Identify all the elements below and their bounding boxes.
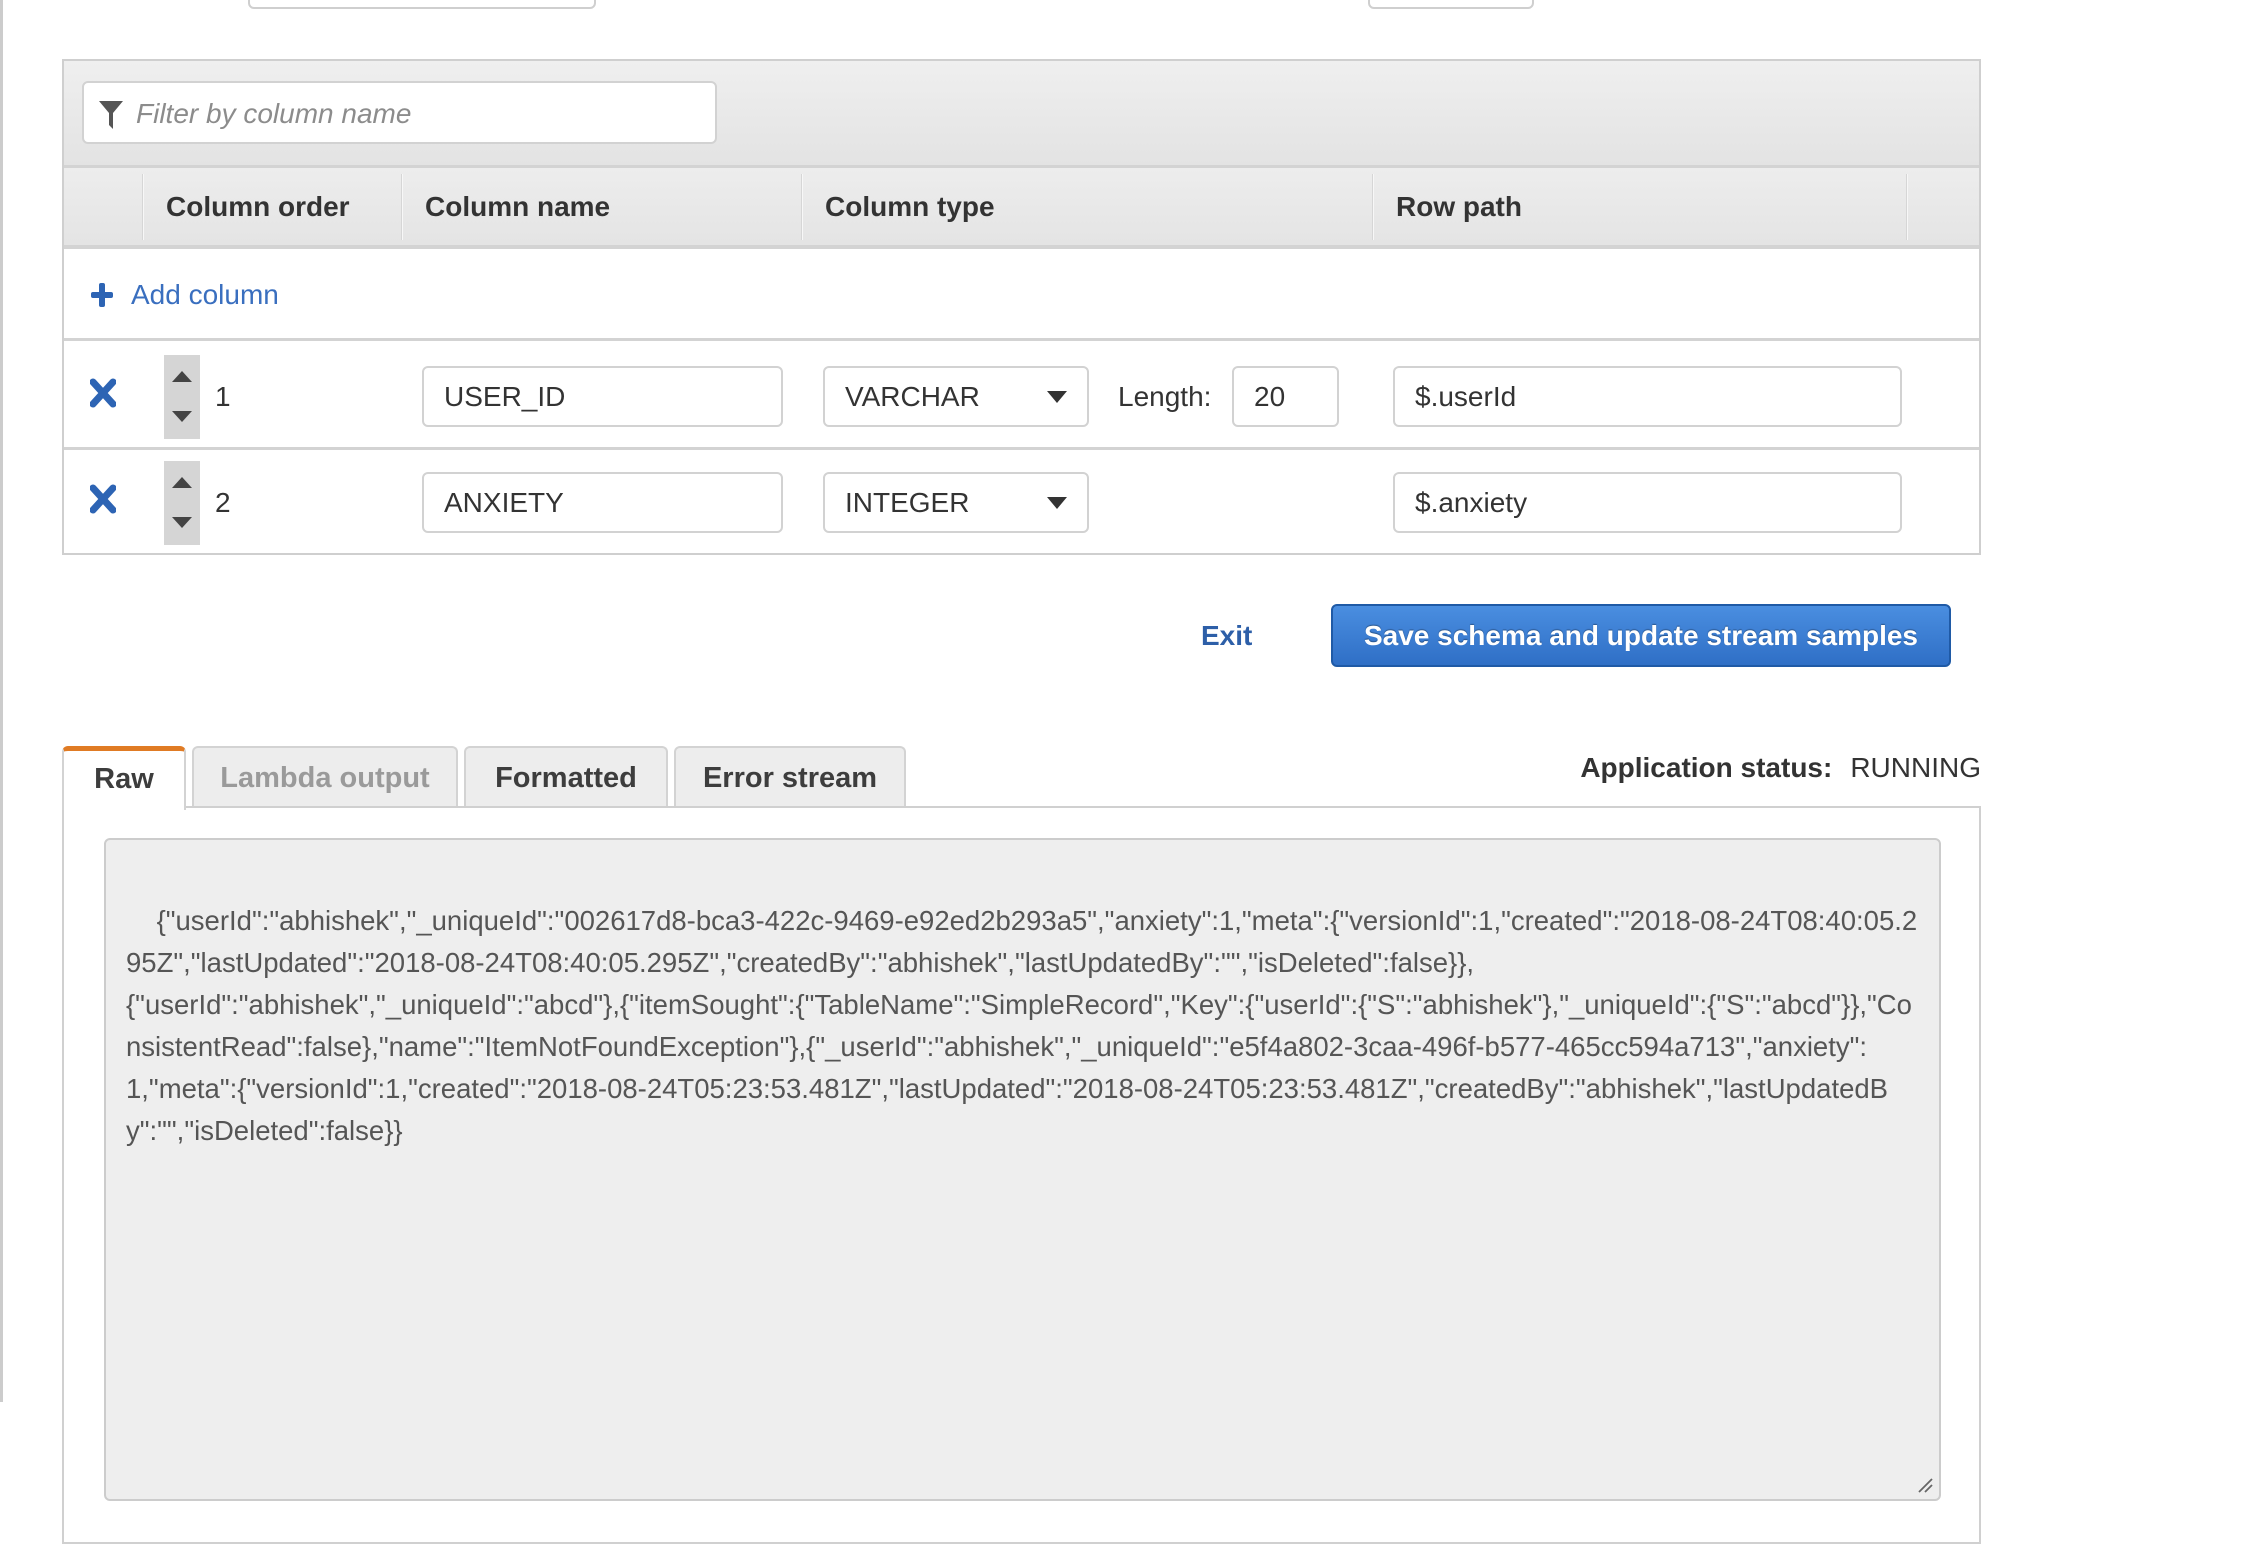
caret-up-icon[interactable] — [172, 477, 192, 488]
header-column-type[interactable]: Column type — [803, 168, 995, 245]
header-divider — [1906, 174, 1908, 240]
row-path-field[interactable] — [1393, 472, 1902, 533]
column-type-select[interactable]: VARCHAR — [823, 366, 1089, 427]
delete-column-button[interactable] — [89, 484, 120, 520]
header-column-order[interactable]: Column order — [144, 168, 350, 245]
application-status-label: Application status: — [1580, 752, 1833, 783]
tab-formatted[interactable]: Formatted — [464, 746, 668, 808]
length-input[interactable] — [1234, 368, 1337, 425]
row-path-input[interactable] — [1395, 474, 1900, 531]
length-label: Length: — [1118, 381, 1212, 412]
column-name-field[interactable] — [422, 366, 783, 427]
column-type-select[interactable]: INTEGER — [823, 472, 1089, 533]
plus-icon — [91, 283, 113, 307]
caret-down-icon[interactable] — [172, 517, 192, 528]
row-path-field[interactable] — [1393, 366, 1902, 427]
column-type-value: INTEGER — [845, 487, 970, 518]
column-name-field[interactable] — [422, 472, 783, 533]
column-name-input[interactable] — [424, 368, 781, 425]
raw-stream-textarea[interactable]: {"userId":"abhishek","_uniqueId":"002617… — [104, 838, 1941, 1501]
filter-field[interactable] — [82, 81, 717, 144]
column-type-value: VARCHAR — [845, 381, 980, 412]
row-path-input[interactable] — [1395, 368, 1900, 425]
filter-icon — [99, 101, 123, 129]
top-input-partial-2[interactable] — [1368, 0, 1534, 9]
order-stepper[interactable] — [164, 461, 200, 545]
tab-error-stream[interactable]: Error stream — [674, 746, 906, 808]
schema-toolbar — [64, 61, 1979, 168]
header-row-path[interactable]: Row path — [1374, 168, 1522, 245]
add-column-row: Add column — [64, 249, 1979, 341]
page-left-border — [0, 0, 3, 1402]
columns-table-header: Column order Column name Column type Row… — [64, 168, 1979, 249]
header-column-name[interactable]: Column name — [403, 168, 610, 245]
close-x-icon — [89, 378, 117, 408]
add-column-button[interactable]: Add column — [64, 249, 279, 341]
tab-lambda-output[interactable]: Lambda output — [192, 746, 458, 808]
column-row: 2 INTEGER — [64, 450, 1979, 556]
tab-raw[interactable]: Raw — [62, 746, 186, 810]
caret-down-icon[interactable] — [172, 411, 192, 422]
resize-grip-icon[interactable] — [1917, 1477, 1933, 1493]
top-input-partial[interactable] — [248, 0, 596, 9]
length-field[interactable] — [1232, 366, 1339, 427]
application-status: Application status: RUNNING — [1580, 748, 1981, 788]
add-column-label: Add column — [131, 279, 279, 310]
save-schema-button[interactable]: Save schema and update stream samples — [1331, 604, 1951, 667]
delete-column-button[interactable] — [89, 378, 120, 414]
raw-stream-text: {"userId":"abhishek","_uniqueId":"002617… — [126, 905, 1918, 1146]
filter-input[interactable] — [134, 83, 708, 144]
raw-tab-panel: {"userId":"abhishek","_uniqueId":"002617… — [62, 806, 1981, 1544]
column-row: 1 VARCHAR Length: — [64, 344, 1979, 450]
order-stepper[interactable] — [164, 355, 200, 439]
exit-link[interactable]: Exit — [1201, 620, 1252, 652]
caret-up-icon[interactable] — [172, 371, 192, 382]
column-name-input[interactable] — [424, 474, 781, 531]
schema-editor-panel: Column order Column name Column type Row… — [62, 59, 1981, 555]
column-order-value: 1 — [215, 381, 231, 412]
close-x-icon — [89, 484, 117, 514]
caret-down-icon — [1047, 391, 1067, 403]
caret-down-icon — [1047, 497, 1067, 509]
column-order-value: 2 — [215, 487, 231, 518]
application-status-value: RUNNING — [1850, 752, 1981, 783]
